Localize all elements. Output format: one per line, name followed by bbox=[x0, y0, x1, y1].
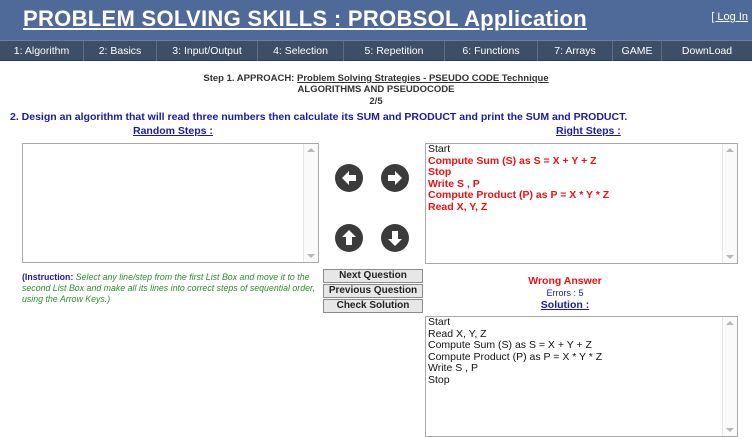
nav-repetition[interactable]: 5: Repetition bbox=[344, 41, 445, 61]
list-item: Stop bbox=[428, 373, 450, 386]
step-heading: Step 1. APPROACH: Problem Solving Strate… bbox=[0, 73, 752, 84]
scroll-up-icon[interactable] bbox=[307, 148, 315, 152]
instruction-heading: (Instruction: bbox=[22, 272, 74, 282]
random-steps-scrollbar[interactable] bbox=[303, 144, 318, 262]
random-steps-listbox[interactable] bbox=[22, 143, 319, 263]
question-text: 2. Design an algorithm that will read th… bbox=[10, 111, 628, 123]
list-item[interactable]: Compute Product (P) as P = X * Y * Z bbox=[426, 189, 737, 202]
right-steps-listbox[interactable]: Start Compute Sum (S) as S = X + Y + Z S… bbox=[425, 143, 738, 264]
solution-scrollbar[interactable] bbox=[722, 317, 737, 436]
nav-basics[interactable]: 2: Basics bbox=[84, 41, 157, 61]
next-question-button[interactable]: Next Question bbox=[323, 269, 423, 283]
previous-question-button[interactable]: Previous Question bbox=[323, 284, 423, 298]
scroll-up-icon[interactable] bbox=[726, 321, 734, 325]
arrow-down-icon bbox=[388, 231, 402, 246]
check-solution-button[interactable]: Check Solution bbox=[323, 299, 423, 313]
right-steps-scrollbar[interactable] bbox=[722, 144, 737, 263]
move-left-button[interactable] bbox=[335, 164, 363, 192]
scroll-down-icon[interactable] bbox=[726, 428, 734, 432]
nav-arrays[interactable]: 7: Arrays bbox=[538, 41, 613, 61]
scroll-up-icon[interactable] bbox=[726, 148, 734, 152]
nav-download[interactable]: DownLoad bbox=[662, 41, 752, 61]
list-item: Write S , P bbox=[428, 362, 478, 374]
result-status: Wrong Answer bbox=[528, 275, 602, 287]
list-item[interactable]: Read X, Y, Z bbox=[426, 201, 737, 214]
list-item: Compute Sum (S) as S = X + Y + Z bbox=[428, 339, 592, 351]
app-title[interactable]: PROBLEM SOLVING SKILLS : PROBSOL Applica… bbox=[23, 6, 587, 32]
instruction-text: (Instruction: Select any line/step from … bbox=[22, 272, 322, 305]
error-count: Errors : 5 bbox=[546, 288, 584, 298]
solution-label: Solution : bbox=[540, 299, 590, 311]
app-header: PROBLEM SOLVING SKILLS : PROBSOL Applica… bbox=[0, 0, 752, 40]
nav-input-output[interactable]: 3: Input/Output bbox=[157, 41, 258, 61]
move-down-button[interactable] bbox=[381, 224, 409, 252]
main-nav: 1: Algorithm 2: Basics 3: Input/Output 4… bbox=[0, 40, 752, 61]
scroll-down-icon[interactable] bbox=[726, 255, 734, 259]
move-right-button[interactable] bbox=[381, 164, 409, 192]
right-steps-label: Right Steps : bbox=[556, 125, 621, 137]
arrow-right-icon bbox=[388, 171, 402, 185]
nav-algorithm[interactable]: 1: Algorithm bbox=[0, 41, 84, 61]
solution-listbox[interactable]: Start Read X, Y, Z Compute Sum (S) as S … bbox=[425, 316, 738, 437]
strategy-link[interactable]: Problem Solving Strategies - PSEUDO CODE… bbox=[297, 73, 549, 84]
random-steps-label: Random Steps : bbox=[133, 125, 213, 137]
list-item: Start bbox=[428, 316, 451, 328]
move-up-button[interactable] bbox=[335, 224, 363, 252]
step-prefix: Step 1. APPROACH: bbox=[203, 73, 297, 84]
nav-functions[interactable]: 6: Functions bbox=[445, 41, 538, 61]
login-link[interactable]: [ Log In bbox=[711, 11, 748, 23]
question-progress: 2/5 bbox=[369, 96, 383, 107]
nav-selection[interactable]: 4: Selection bbox=[258, 41, 344, 61]
list-item[interactable]: Start bbox=[426, 144, 737, 156]
list-item[interactable]: Compute Sum (S) as S = X + Y + Z bbox=[426, 155, 737, 168]
scroll-down-icon[interactable] bbox=[307, 254, 315, 258]
arrow-left-icon bbox=[342, 171, 356, 185]
list-item[interactable]: Stop bbox=[426, 166, 737, 179]
arrow-up-icon bbox=[342, 230, 356, 245]
nav-game[interactable]: GAME bbox=[613, 41, 662, 61]
section-subtitle: ALGORITHMS AND PSEUDOCODE bbox=[297, 84, 455, 95]
